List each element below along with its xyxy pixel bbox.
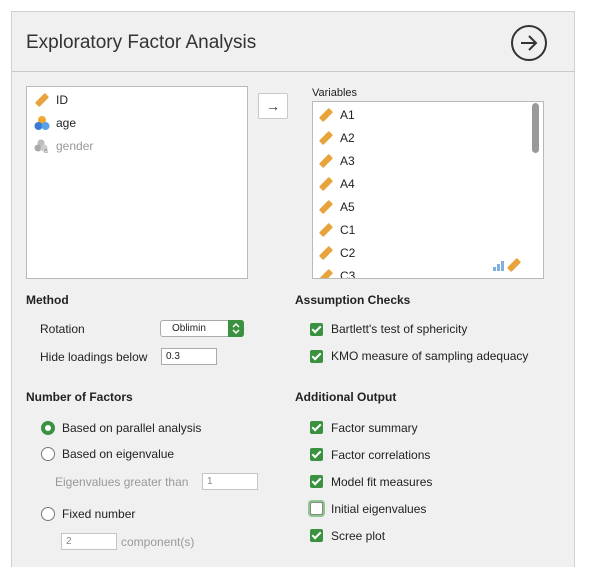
list-item[interactable]: a gender [34, 136, 93, 156]
title-divider [12, 71, 574, 72]
var-label: A3 [340, 154, 355, 168]
var-label: A4 [340, 177, 355, 191]
allowed-types-icon [491, 257, 525, 276]
list-item[interactable]: A1 [318, 105, 355, 125]
additional-heading: Additional Output [295, 390, 397, 404]
scree-plot-checkbox[interactable] [310, 529, 323, 542]
var-label: A5 [340, 200, 355, 214]
arrow-right-icon [521, 35, 538, 51]
variables-label: Variables [312, 87, 358, 99]
list-item[interactable]: A2 [318, 128, 355, 148]
var-label: A1 [340, 108, 355, 122]
run-arrow-button[interactable] [511, 25, 547, 61]
move-variable-button[interactable]: → [258, 93, 288, 119]
bartlett-label: Bartlett's test of sphericity [331, 322, 468, 336]
kmo-checkbox[interactable] [310, 350, 323, 363]
fixed-number-radio[interactable] [41, 507, 55, 521]
list-item[interactable]: ID [34, 90, 68, 110]
var-label: C2 [340, 246, 356, 260]
initial-eigenvalues-checkbox[interactable] [310, 502, 323, 515]
var-label: A2 [340, 131, 355, 145]
list-item[interactable]: C2 [318, 243, 355, 263]
factor-summary-label: Factor summary [331, 421, 418, 435]
chevron-updown-icon [228, 320, 244, 337]
list-item[interactable]: A5 [318, 197, 355, 217]
rotation-select[interactable]: Oblimin [160, 320, 244, 337]
ruler-icon [318, 268, 336, 278]
ruler-icon [318, 199, 336, 215]
ruler-icon [34, 92, 52, 108]
model-fit-label: Model fit measures [331, 475, 433, 489]
variables-scrollbar[interactable] [532, 103, 539, 153]
model-fit-checkbox[interactable] [310, 475, 323, 488]
rotation-value: Oblimin [172, 323, 206, 334]
var-label: ID [56, 93, 68, 107]
nominal-text-icon: a [34, 138, 52, 155]
eigenvalue-label: Based on eigenvalue [62, 447, 175, 461]
var-label: gender [56, 139, 94, 153]
svg-text:a: a [44, 148, 48, 154]
fixed-number-input[interactable]: 2 [61, 533, 117, 550]
factor-correlations-label: Factor correlations [331, 448, 431, 462]
ruler-icon [318, 130, 336, 146]
scree-plot-label: Scree plot [331, 529, 386, 543]
factor-correlations-checkbox[interactable] [310, 448, 323, 461]
rotation-label: Rotation [40, 322, 85, 336]
var-label: C1 [340, 223, 356, 237]
list-item[interactable]: A4 [318, 174, 355, 194]
factors-heading: Number of Factors [26, 390, 133, 404]
bartlett-checkbox[interactable] [310, 323, 323, 336]
initial-eigenvalues-label: Initial eigenvalues [331, 502, 427, 516]
fixed-number-label: Fixed number [62, 507, 136, 521]
var-label: C3 [340, 269, 356, 279]
parallel-label: Based on parallel analysis [62, 421, 202, 435]
method-heading: Method [26, 293, 69, 307]
ruler-icon [318, 153, 336, 169]
target-variable-list[interactable]: A1 A2 A3 A4 A5 C1 C2 C3 [312, 101, 544, 279]
eigenvalue-radio[interactable] [41, 447, 55, 461]
ruler-icon [318, 245, 336, 261]
eigen-threshold-label: Eigenvalues greater than [55, 475, 189, 489]
var-label: age [56, 116, 77, 130]
hide-loadings-input[interactable]: 0.3 [161, 348, 217, 365]
factor-summary-checkbox[interactable] [310, 421, 323, 434]
ruler-icon [318, 176, 336, 192]
panel-title: Exploratory Factor Analysis [26, 32, 257, 53]
nominal-icon [34, 115, 52, 131]
parallel-radio[interactable] [41, 421, 55, 435]
ruler-icon [318, 222, 336, 238]
list-item[interactable]: A3 [318, 151, 355, 171]
assumption-heading: Assumption Checks [295, 293, 411, 307]
ruler-icon [318, 107, 336, 123]
hide-loadings-label: Hide loadings below [40, 350, 148, 364]
list-item[interactable]: C1 [318, 220, 355, 240]
list-item[interactable]: age [34, 113, 76, 133]
components-label: component(s) [121, 535, 195, 549]
source-variable-list[interactable]: ID age a gender [26, 86, 248, 279]
eigen-threshold-input[interactable]: 1 [202, 473, 258, 490]
kmo-label: KMO measure of sampling adequacy [331, 349, 529, 363]
list-item[interactable]: C3 [318, 266, 356, 279]
